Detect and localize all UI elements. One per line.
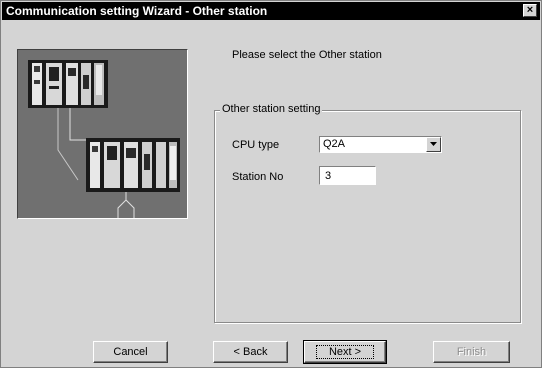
cancel-button[interactable]: Cancel: [93, 341, 168, 363]
wizard-window: Communication setting Wizard - Other sta…: [0, 0, 542, 368]
cpu-type-value: Q2A: [323, 138, 346, 150]
window-title: Communication setting Wizard - Other sta…: [6, 4, 268, 18]
dropdown-button[interactable]: [426, 137, 441, 152]
plc-network-illustration: [18, 50, 187, 218]
instruction-text: Please select the Other station: [232, 49, 382, 61]
station-no-field[interactable]: [319, 166, 376, 185]
station-no-label: Station No: [232, 171, 284, 183]
finish-button: Finish: [433, 341, 510, 363]
title-bar[interactable]: Communication setting Wizard - Other sta…: [2, 2, 540, 20]
chevron-down-icon: [430, 142, 437, 146]
upper-plc-rack: [28, 60, 108, 108]
close-icon: ×: [526, 4, 534, 16]
next-button-label: Next >: [315, 345, 375, 359]
cpu-type-label: CPU type: [232, 139, 280, 151]
group-legend: Other station setting: [220, 103, 323, 115]
close-button[interactable]: ×: [523, 4, 537, 17]
next-button[interactable]: Next >: [303, 340, 387, 364]
back-button[interactable]: < Back: [213, 341, 288, 363]
lower-plc-rack: [86, 138, 180, 192]
cpu-type-dropdown[interactable]: Q2A: [319, 136, 442, 153]
wizard-illustration: [17, 49, 188, 219]
